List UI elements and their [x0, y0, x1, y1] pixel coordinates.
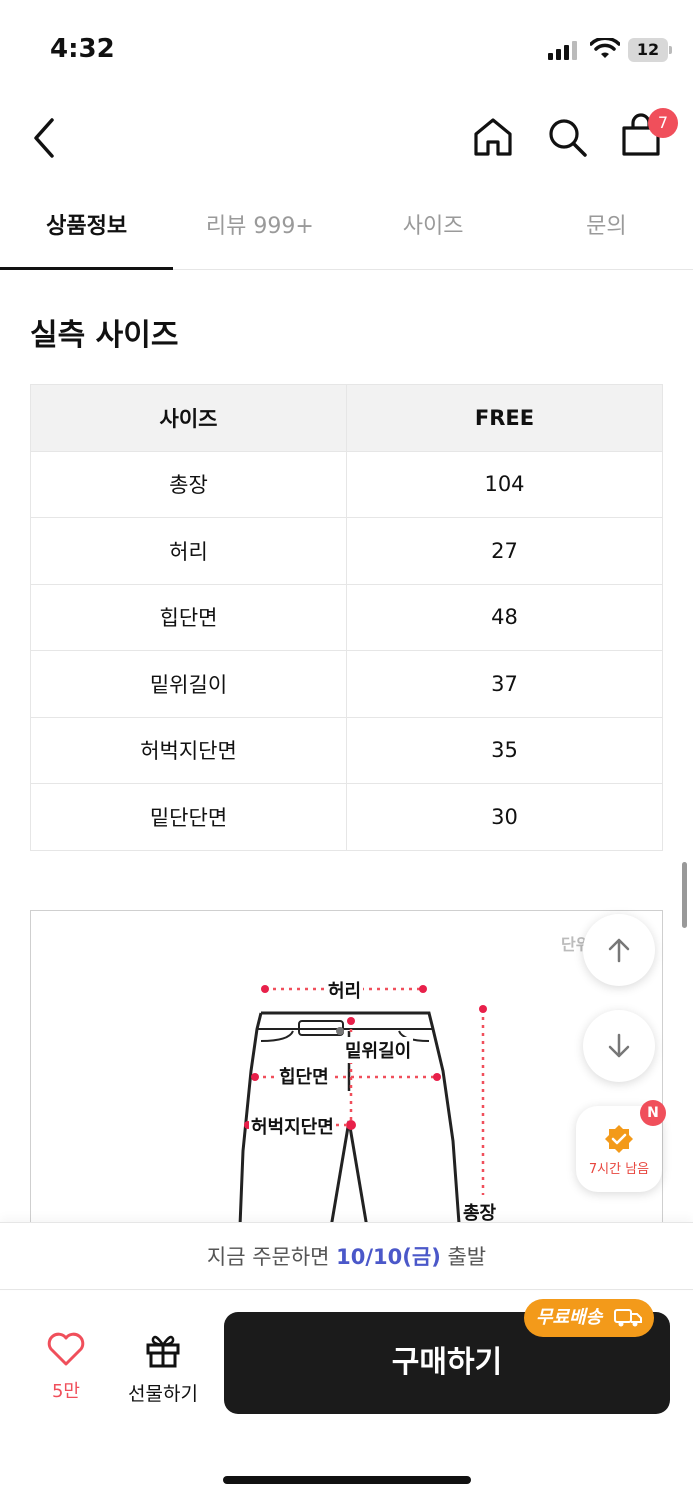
table-cell: 허벅지단면	[30, 716, 347, 784]
table-row: 밑위길이 37	[30, 650, 663, 718]
table-cell: 27	[346, 517, 663, 585]
table-cell: 밑위길이	[30, 650, 347, 718]
diagram-label-hip: 힙단면	[277, 1063, 331, 1089]
table-cell: 35	[346, 716, 663, 784]
table-cell: 힙단면	[30, 583, 347, 651]
pants-illustration	[237, 985, 487, 1249]
search-icon[interactable]	[544, 114, 590, 160]
diagram-label-rise: 밑위길이	[343, 1037, 414, 1063]
table-header-row: 사이즈 FREE	[30, 384, 663, 452]
free-shipping-label: 무료배송	[536, 1307, 603, 1328]
time-deal-button[interactable]: 7시간 남음 N	[576, 1100, 666, 1192]
arrow-down-icon	[608, 1033, 630, 1058]
tab-size[interactable]: 사이즈	[347, 196, 520, 269]
table-header-cell: FREE	[346, 384, 663, 452]
notice-suffix: 출발	[440, 1245, 487, 1269]
table-cell: 허리	[30, 517, 347, 585]
size-diagram: 단위 허리 밑위길이 힙단면 허벅지단면 총장	[30, 910, 663, 1250]
cart-count-badge: 7	[648, 108, 678, 138]
gift-icon	[146, 1335, 180, 1368]
table-row: 허벅지단면 35	[30, 716, 663, 784]
free-shipping-badge: 무료배송	[524, 1299, 654, 1337]
home-icon[interactable]	[470, 114, 516, 160]
table-cell: 밑단단면	[30, 783, 347, 851]
status-time: 4:32	[50, 34, 115, 64]
heart-icon	[47, 1332, 85, 1366]
table-header-cell: 사이즈	[30, 384, 347, 452]
diagram-label-thigh: 허벅지단면	[249, 1113, 336, 1139]
back-icon[interactable]	[26, 114, 66, 162]
notice-date: 10/10(금)	[336, 1245, 441, 1269]
gift-button[interactable]: 선물하기	[122, 1331, 204, 1406]
wifi-icon	[590, 38, 620, 58]
size-table: 사이즈 FREE 총장 104 허리 27 힙단면 48 밑위길이 37 허벅지…	[30, 384, 663, 851]
tab-inquiry[interactable]: 문의	[520, 196, 693, 269]
gift-label: 선물하기	[128, 1383, 198, 1405]
scroll-up-button[interactable]	[583, 914, 655, 986]
battery-indicator: 12	[628, 38, 672, 62]
table-cell: 총장	[30, 450, 347, 518]
new-badge: N	[640, 1100, 666, 1126]
signal-icon	[548, 41, 577, 60]
like-button[interactable]: 5만	[40, 1331, 92, 1403]
table-row: 힙단면 48	[30, 583, 663, 651]
bottom-action-bar: 5만 선물하기 구매하기 무료배송	[0, 1291, 693, 1500]
table-row: 총장 104	[30, 450, 663, 518]
tab-reviews[interactable]: 리뷰 999+	[173, 196, 346, 269]
diagram-label-waist: 허리	[326, 977, 364, 1003]
notice-prefix: 지금 주문하면	[206, 1245, 337, 1269]
table-cell: 104	[346, 450, 663, 518]
status-bar: 4:32 12	[0, 0, 693, 100]
badge-check-icon	[605, 1125, 633, 1153]
time-deal-text: 7시간 남음	[588, 1162, 650, 1177]
table-cell: 37	[346, 650, 663, 718]
scrollbar[interactable]	[682, 862, 687, 928]
shipping-notice: 지금 주문하면 10/10(금) 출발	[0, 1222, 693, 1290]
scroll-down-button[interactable]	[583, 1010, 655, 1082]
table-cell: 30	[346, 783, 663, 851]
tab-product-info[interactable]: 상품정보	[0, 196, 174, 270]
table-row: 밑단단면 30	[30, 783, 663, 851]
table-cell: 48	[346, 583, 663, 651]
product-tabs: 상품정보 리뷰 999+ 사이즈 문의	[0, 196, 693, 270]
table-row: 허리 27	[30, 517, 663, 585]
truck-icon	[614, 1309, 642, 1327]
top-nav: 7	[0, 100, 693, 180]
like-count: 5만	[51, 1381, 80, 1402]
arrow-up-icon	[608, 938, 630, 963]
home-indicator	[223, 1476, 471, 1484]
section-title: 실측 사이즈	[30, 318, 179, 353]
